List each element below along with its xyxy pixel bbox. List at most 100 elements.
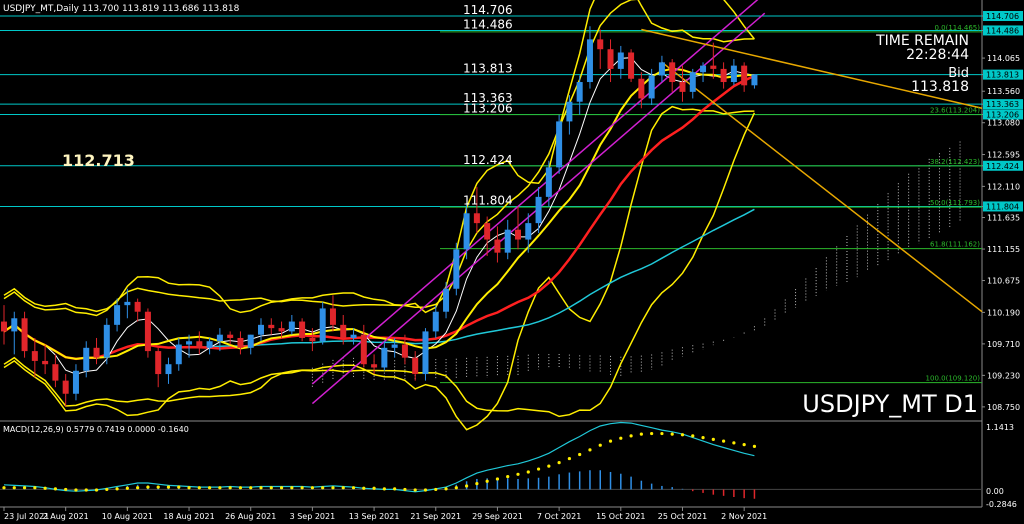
macd-signal-dot <box>351 486 356 490</box>
macd-signal-dot <box>74 488 78 492</box>
candle-body <box>504 229 511 253</box>
candle-body <box>566 101 573 122</box>
macd-signal-dot <box>53 487 58 491</box>
macd-signal-dot <box>670 432 674 436</box>
macd-signal-dot <box>362 486 366 490</box>
macd-signal-dot <box>321 486 325 490</box>
macd-signal-dot <box>382 487 386 491</box>
x-tick-label: 2 Nov 2021 <box>721 512 767 521</box>
x-tick-label: 25 Oct 2021 <box>658 512 707 521</box>
candle-body <box>700 65 707 73</box>
candle-body <box>545 167 552 197</box>
y-tick-label: 108.750 <box>987 403 1020 412</box>
price-level-label: 111.804 <box>463 193 513 207</box>
macd-signal-dot <box>598 443 602 447</box>
candle-body <box>72 370 79 394</box>
macd-signal-dot <box>691 434 695 438</box>
macd-signal-dot <box>115 487 119 491</box>
candle-body <box>329 308 336 325</box>
macd-signal-dot <box>22 486 27 490</box>
macd-signal-dot <box>372 486 376 490</box>
candle-body <box>278 328 285 332</box>
candle-body <box>114 305 121 325</box>
candle-body <box>751 74 758 86</box>
fib-level-label: 50.0(111.793) <box>930 199 980 207</box>
macd-signal-dot <box>84 488 88 492</box>
candle-body <box>227 334 234 338</box>
fib-level-label: 23.6(113.204) <box>930 107 980 115</box>
macd-label: MACD(12,26,9) 0.5779 0.7419 0.0000 -0.16… <box>3 425 189 434</box>
candle-body <box>473 213 480 224</box>
x-tick-label: 15 Oct 2021 <box>596 512 645 521</box>
candle-body <box>391 344 398 348</box>
macd-signal-dot <box>94 488 99 492</box>
candle-body <box>741 65 748 86</box>
candle-body <box>83 347 90 371</box>
macd-signal-dot <box>639 432 643 436</box>
x-tick-label: 18 Aug 2021 <box>163 512 214 521</box>
candle-body <box>288 321 295 332</box>
candle-body <box>422 331 429 375</box>
macd-signal-dot <box>290 486 294 490</box>
chart-info-header: USDJPY_MT,Daily 113.700 113.819 113.686 … <box>3 4 240 14</box>
price-tag-label: 111.804 <box>986 202 1019 211</box>
y-tick-label: 114.065 <box>987 54 1020 63</box>
candle-body <box>62 380 69 394</box>
macd-signal-dot <box>485 479 489 483</box>
price-tag-label: 114.706 <box>986 12 1019 21</box>
candle-body <box>679 82 686 92</box>
macd-signal-dot <box>269 486 273 490</box>
candle-body <box>247 334 254 348</box>
macd-signal-dot <box>619 436 623 440</box>
candle-body <box>299 321 306 338</box>
candle-body <box>21 318 28 352</box>
price-tag-label: 113.813 <box>986 71 1019 80</box>
y-tick-label: 110.190 <box>987 308 1020 317</box>
y-tick-label: 113.560 <box>987 87 1020 96</box>
candle-body <box>484 223 491 240</box>
candle-body <box>340 324 347 338</box>
macd-signal-dot <box>156 485 160 489</box>
fib-level-label: 0.0(114.465) <box>934 24 980 32</box>
macd-signal-dot <box>146 485 150 489</box>
symbol-watermark: USDJPY_MT D1 <box>802 390 978 418</box>
candle-body <box>42 360 49 365</box>
macd-scale-top: 1.1413 <box>986 423 1014 432</box>
candle-body <box>525 223 532 240</box>
candle-body <box>463 213 470 250</box>
macd-signal-dot <box>331 486 335 490</box>
macd-signal-dot <box>434 487 438 492</box>
macd-signal-dot <box>711 437 715 441</box>
candle-body <box>165 364 172 375</box>
macd-signal-dot <box>300 486 304 490</box>
price-level-label: 113.206 <box>463 101 513 115</box>
macd-signal-dot <box>105 487 109 492</box>
macd-signal-dot <box>608 439 613 443</box>
candle-body <box>617 52 624 69</box>
macd-scale-zero: 0.00 <box>986 487 1004 496</box>
candle-body <box>443 288 450 312</box>
candle-body <box>648 75 655 99</box>
candle-body <box>494 239 501 253</box>
candle-body <box>309 337 316 342</box>
macd-signal-dot <box>238 486 243 490</box>
candle-body <box>216 334 223 342</box>
candle-body <box>669 62 676 83</box>
fib-level-label: 38.2(112.423) <box>930 158 980 166</box>
y-tick-label: 109.710 <box>987 340 1020 349</box>
x-tick-label: 29 Sep 2021 <box>472 512 523 521</box>
macd-signal-dot <box>680 433 685 437</box>
candle-body <box>720 68 727 83</box>
candle-body <box>52 364 59 381</box>
macd-signal-dot <box>588 448 592 452</box>
macd-signal-dot <box>567 456 572 461</box>
macd-signal-dot <box>454 486 458 490</box>
macd-signal-dot <box>547 464 551 468</box>
left-price-label: 112.713 <box>62 151 135 170</box>
y-tick-label: 109.230 <box>987 371 1020 380</box>
y-tick-label: 110.675 <box>987 277 1020 286</box>
macd-signal-dot <box>33 486 37 490</box>
macd-signal-dot <box>393 487 397 491</box>
candle-body <box>11 318 18 332</box>
candle-body <box>360 334 367 365</box>
